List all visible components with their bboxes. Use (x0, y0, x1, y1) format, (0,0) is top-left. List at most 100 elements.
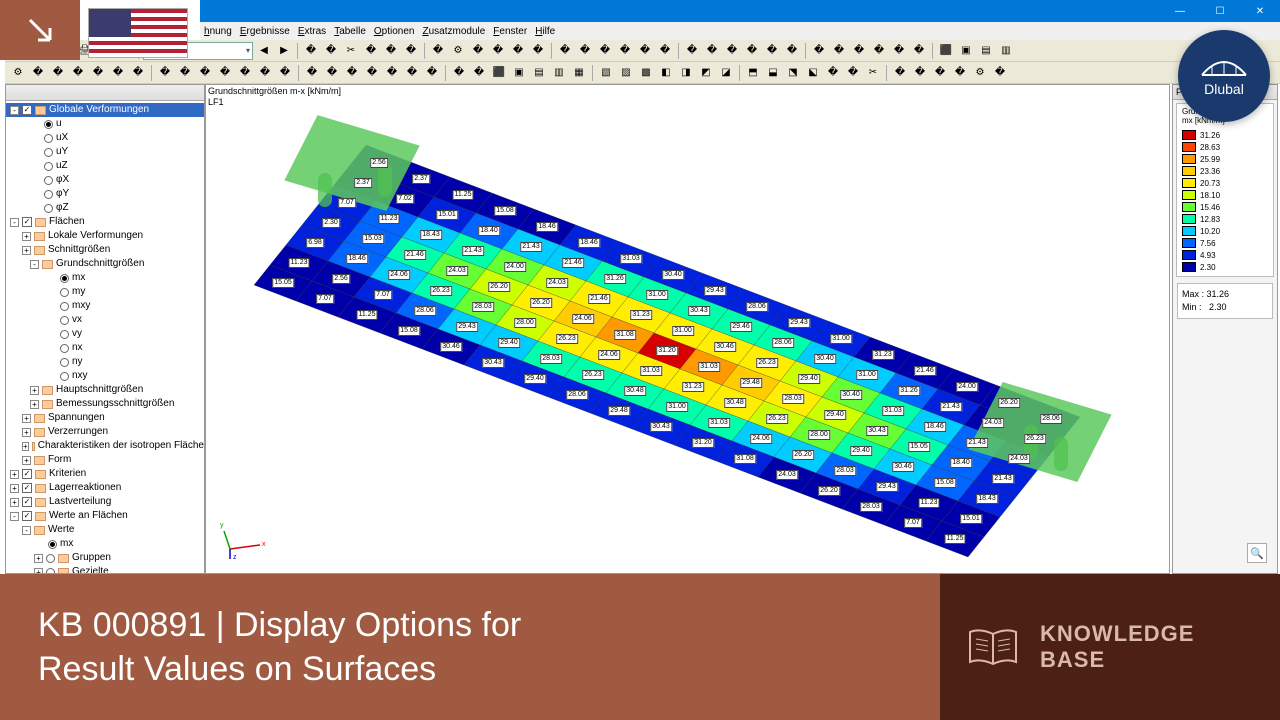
tool-icon[interactable]: ◩ (697, 64, 715, 82)
radio[interactable] (44, 190, 53, 199)
tool-icon[interactable]: � (870, 42, 888, 60)
radio[interactable] (60, 288, 69, 297)
tool-icon[interactable]: ◨ (677, 64, 695, 82)
zoom-extents-button[interactable]: 🔍 (1247, 543, 1267, 563)
tree-item[interactable]: +Gezielte (6, 565, 204, 574)
tool-icon[interactable]: � (402, 42, 420, 60)
radio[interactable] (44, 204, 53, 213)
tool-icon[interactable]: � (403, 64, 421, 82)
radio[interactable] (44, 120, 53, 129)
minimize-button[interactable]: — (1160, 0, 1200, 22)
radio[interactable] (60, 344, 69, 353)
tool-icon[interactable]: ▣ (510, 64, 528, 82)
radio[interactable] (46, 554, 55, 563)
tool-icon[interactable]: ▤ (530, 64, 548, 82)
tool-icon[interactable]: � (489, 42, 507, 60)
tree-item[interactable]: vx (6, 313, 204, 327)
tool-icon[interactable]: � (783, 42, 801, 60)
expand-icon[interactable]: - (10, 512, 19, 521)
menu-item[interactable]: Optionen (374, 26, 415, 37)
tool-icon[interactable]: ⬛ (937, 42, 955, 60)
checkbox[interactable]: ✓ (22, 105, 32, 115)
tree-item[interactable]: +Form (6, 453, 204, 467)
tool-icon[interactable]: � (256, 64, 274, 82)
tool-icon[interactable]: � (910, 42, 928, 60)
tree-item[interactable]: mxy (6, 299, 204, 313)
tree-item[interactable]: +Bemessungsschnittgrößen (6, 397, 204, 411)
tree-item[interactable]: mx (6, 537, 204, 551)
tool-icon[interactable]: ⬕ (804, 64, 822, 82)
radio[interactable] (44, 134, 53, 143)
tool-icon[interactable]: � (683, 42, 701, 60)
tool-icon[interactable]: � (423, 64, 441, 82)
tool-icon[interactable]: ⬓ (764, 64, 782, 82)
expand-icon[interactable]: + (10, 470, 19, 479)
tree-item[interactable]: φX (6, 173, 204, 187)
expand-icon[interactable]: + (10, 484, 19, 493)
tool-icon[interactable]: � (382, 42, 400, 60)
expand-icon[interactable]: + (22, 246, 31, 255)
tool-icon[interactable]: ⬒ (744, 64, 762, 82)
tree-item[interactable]: nxy (6, 369, 204, 383)
tree-item[interactable]: +Hauptschnittgrößen (6, 383, 204, 397)
tool-icon[interactable]: � (556, 42, 574, 60)
tool-icon[interactable]: � (49, 64, 67, 82)
tool-icon[interactable]: � (276, 64, 294, 82)
expand-icon[interactable]: + (30, 386, 39, 395)
tree-item[interactable]: mx (6, 271, 204, 285)
tree-item[interactable]: +Spannungen (6, 411, 204, 425)
tree-item[interactable]: uY (6, 145, 204, 159)
tool-icon[interactable]: � (636, 42, 654, 60)
tool-icon[interactable]: � (156, 64, 174, 82)
tool-icon[interactable]: � (703, 42, 721, 60)
tool-icon[interactable]: � (850, 42, 868, 60)
tool-icon[interactable]: ⬔ (784, 64, 802, 82)
tool-icon[interactable]: ◪ (717, 64, 735, 82)
tool-icon[interactable]: ✂ (342, 42, 360, 60)
tree-item[interactable]: +Verzerrungen (6, 425, 204, 439)
tool-icon[interactable]: � (363, 64, 381, 82)
menu-item[interactable]: Fenster (493, 26, 527, 37)
tool-icon[interactable]: � (303, 64, 321, 82)
tool-icon[interactable]: � (450, 64, 468, 82)
tree-item[interactable]: -Werte (6, 523, 204, 537)
tool-icon[interactable]: � (176, 64, 194, 82)
tool-icon[interactable]: ✂ (864, 64, 882, 82)
tool-icon[interactable]: � (723, 42, 741, 60)
tool-icon[interactable]: ▥ (997, 42, 1015, 60)
tree-item[interactable]: +Gruppen (6, 551, 204, 565)
radio[interactable] (60, 302, 69, 311)
tool-icon[interactable]: � (891, 64, 909, 82)
tool-icon[interactable]: � (469, 42, 487, 60)
tool-icon[interactable]: ▦ (570, 64, 588, 82)
radio[interactable] (60, 372, 69, 381)
tool-icon[interactable]: ◧ (657, 64, 675, 82)
tool-icon[interactable]: � (89, 64, 107, 82)
tool-icon[interactable]: ⚙ (449, 42, 467, 60)
maximize-button[interactable]: ☐ (1200, 0, 1240, 22)
radio[interactable] (60, 316, 69, 325)
tool-icon[interactable]: � (810, 42, 828, 60)
tool-icon[interactable]: � (323, 64, 341, 82)
checkbox[interactable]: ✓ (22, 483, 32, 493)
tree-item[interactable]: +✓Kriterien (6, 467, 204, 481)
expand-icon[interactable]: - (30, 260, 39, 269)
tool-icon[interactable]: ⬛ (490, 64, 508, 82)
expand-icon[interactable]: + (22, 456, 31, 465)
expand-icon[interactable]: - (10, 106, 19, 115)
tool-icon[interactable]: ⚙ (9, 64, 27, 82)
tool-icon[interactable]: � (576, 42, 594, 60)
tool-icon[interactable]: � (470, 64, 488, 82)
checkbox[interactable]: ✓ (22, 469, 32, 479)
expand-icon[interactable]: + (22, 414, 31, 423)
tool-icon[interactable]: � (991, 64, 1009, 82)
expand-icon[interactable]: + (30, 400, 39, 409)
tree-item[interactable]: φY (6, 187, 204, 201)
tool-icon[interactable]: � (529, 42, 547, 60)
tree-item[interactable]: nx (6, 341, 204, 355)
radio[interactable] (44, 162, 53, 171)
nav-next-icon[interactable]: ▶ (275, 42, 293, 60)
tool-icon[interactable]: � (951, 64, 969, 82)
tool-icon[interactable]: � (616, 42, 634, 60)
tool-icon[interactable]: ▩ (637, 64, 655, 82)
